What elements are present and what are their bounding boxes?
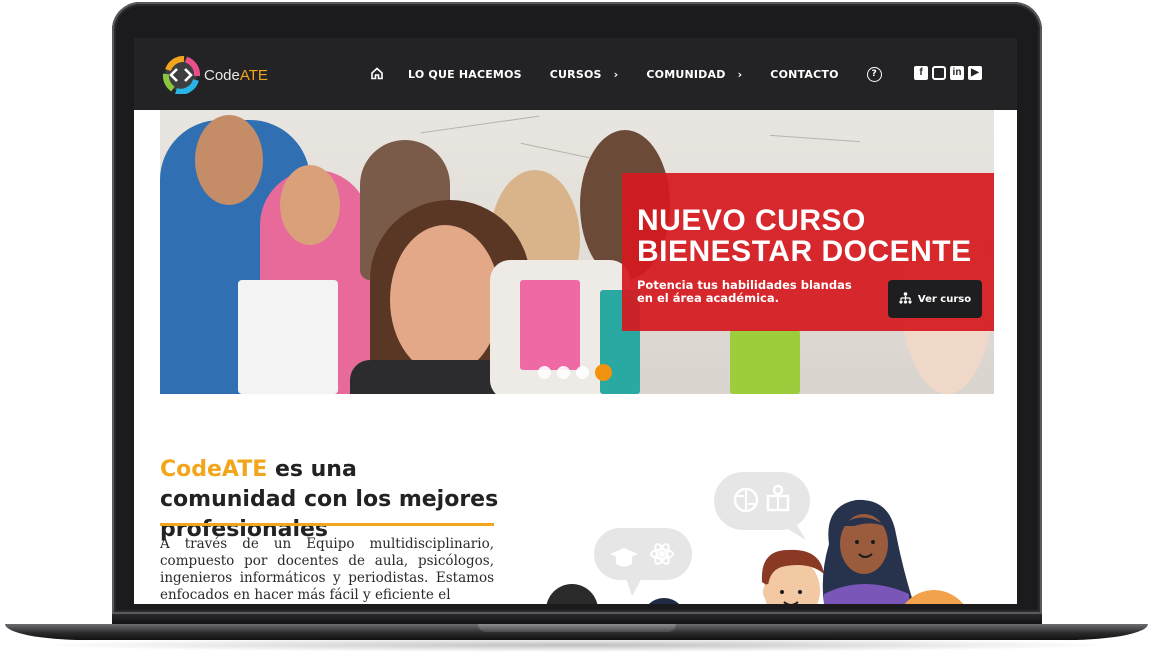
chevron-right-icon: ›	[613, 68, 619, 81]
youtube-icon[interactable]: ▶	[968, 66, 982, 80]
sitemap-icon	[899, 291, 912, 307]
folder-prop	[730, 330, 800, 394]
slider-dot[interactable]	[576, 366, 589, 379]
logo-text: CodeATE	[204, 67, 268, 84]
promo-banner: NUEVO CURSO BIENESTAR DOCENTE Potencia t…	[622, 173, 994, 331]
logo-text-accent: ATE	[239, 66, 268, 84]
community-illustration	[546, 472, 964, 604]
main-nav: LO QUE HACEMOS CURSOS › COMUNIDAD › CONTAC…	[370, 65, 882, 84]
nav-comunidad-label: COMUNIDAD	[646, 68, 726, 81]
about-heading: CodeATE es una comunidad con los mejores…	[160, 455, 500, 545]
about-paragraph: A través de un Equipo multidisciplinario…	[160, 536, 494, 603]
logo[interactable]: CodeATE	[162, 56, 268, 94]
teacher-face	[390, 225, 500, 375]
banner-subtitle: Potencia tus habilidades blandas en el á…	[637, 278, 852, 305]
slider-dot[interactable]	[538, 366, 551, 379]
student-face	[280, 165, 340, 245]
laptop-shadow	[30, 638, 1123, 652]
hero-slider: NUEVO CURSO BIENESTAR DOCENTE Potencia t…	[160, 110, 994, 394]
folder-prop	[520, 280, 580, 370]
social-links: f in ▶	[914, 66, 986, 80]
about-heading-brand: CodeATE	[160, 457, 268, 482]
nav-cursos[interactable]: CURSOS ›	[550, 68, 619, 81]
slider-dot[interactable]	[595, 364, 612, 381]
nav-cursos-label: CURSOS	[549, 68, 602, 81]
slider-dots	[538, 364, 618, 381]
chevron-right-icon: ›	[737, 68, 743, 81]
speech-bubble-left	[594, 528, 692, 596]
nav-contacto[interactable]: CONTACTO	[770, 68, 838, 81]
laptop-screen: CodeATE LO QUE HACEMOS CURSOS › COMUNIDAD…	[134, 38, 1017, 604]
facebook-icon[interactable]: f	[914, 66, 928, 80]
student-face	[195, 115, 263, 205]
nav-comunidad[interactable]: COMUNIDAD ›	[646, 68, 742, 81]
ver-curso-label: Ver curso	[917, 293, 972, 305]
board-line	[520, 142, 590, 159]
logo-text-prefix: Code	[204, 66, 240, 84]
navbar: CodeATE LO QUE HACEMOS CURSOS › COMUNIDAD…	[134, 38, 1017, 110]
board-line	[420, 115, 540, 134]
character-woman	[822, 499, 914, 604]
ver-curso-button[interactable]: Ver curso	[888, 280, 982, 318]
nav-lo-que-hacemos-label: LO QUE HACEMOS	[408, 68, 522, 81]
home-icon[interactable]	[370, 65, 384, 84]
banner-title: NUEVO CURSO BIENESTAR DOCENTE	[637, 204, 972, 268]
linkedin-icon[interactable]: in	[950, 66, 964, 80]
speech-bubble-right	[714, 472, 810, 540]
nav-contacto-label: CONTACTO	[770, 68, 839, 81]
heading-underline	[160, 523, 494, 526]
character-boy	[761, 549, 824, 604]
laptop-notch	[478, 624, 676, 632]
character-left	[546, 584, 680, 604]
logo-mark-icon	[162, 56, 200, 94]
nav-lo-que-hacemos[interactable]: LO QUE HACEMOS	[408, 68, 522, 81]
board-line	[770, 134, 860, 143]
instagram-icon[interactable]	[932, 66, 946, 80]
book-prop	[238, 280, 338, 394]
slider-dot[interactable]	[557, 366, 570, 379]
help-icon[interactable]: ?	[866, 67, 882, 82]
